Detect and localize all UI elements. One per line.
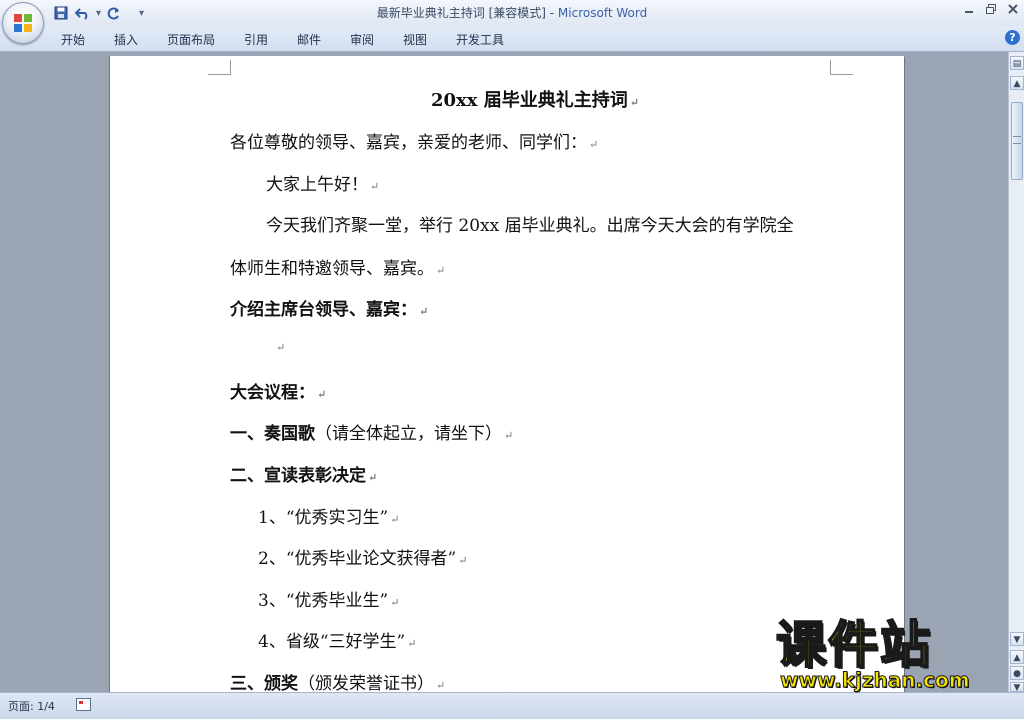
agenda-item: 三、颁奖（颁发荣誉证书） ↵ [230,674,446,692]
paragraph: 体师生和特邀领导、嘉宾。 ↵ [230,259,446,279]
margin-corner-mark [830,60,853,75]
list-item: 4、省级“三好学生” ↵ [258,632,417,652]
tab-home[interactable]: 开始 [61,31,85,48]
tab-page-layout[interactable]: 页面布局 [167,31,215,48]
ribbon-tabs: 开始 插入 页面布局 引用 邮件 审阅 视图 开发工具 ? [0,26,1024,52]
office-button[interactable] [2,2,44,44]
agenda-item: 一、奏国歌（请全体起立，请坐下） ↵ [230,424,514,444]
browse-object-icon[interactable]: ● [1010,666,1024,680]
empty-paragraph: ↵ [276,341,286,354]
window-controls [962,2,1020,16]
vertical-scrollbar[interactable]: ▤ ▲ ▼ ▲ ● ▼ [1008,52,1024,693]
status-bar: 页面: 1/4 [0,692,1024,719]
tab-developer[interactable]: 开发工具 [456,31,504,48]
watermark: 课件站 www.kjzhan.com [775,616,1006,693]
paragraph: 今天我们齐聚一堂，举行 20xx 届毕业典礼。出席今天大会的有学院全 [266,216,794,236]
tab-review[interactable]: 审阅 [350,31,374,48]
heading-line: 介绍主席台领导、嘉宾： ↵ [230,300,429,320]
watermark-url: www.kjzhan.com [780,668,971,693]
minimize-icon[interactable] [962,2,976,16]
close-icon[interactable] [1006,2,1020,16]
document-title-line: 20xx 届毕业典礼主持词 ↵ [431,90,639,111]
app-name: Microsoft Word [557,6,648,20]
tab-references[interactable]: 引用 [244,31,268,48]
watermark-title: 课件站 [775,616,932,674]
tab-view[interactable]: 视图 [403,31,427,48]
scroll-down-icon[interactable]: ▼ [1010,632,1024,646]
tab-insert[interactable]: 插入 [114,31,138,48]
paragraph: 各位尊敬的领导、嘉宾，亲爱的老师、同学们： ↵ [230,133,599,153]
page-counter[interactable]: 页面: 1/4 [8,698,55,714]
office-logo-icon [14,14,32,32]
document-page[interactable]: 20xx 届毕业典礼主持词 ↵ 各位尊敬的领导、嘉宾，亲爱的老师、同学们： ↵ 大家… [110,56,904,692]
document-title: 最新毕业典礼主持词 [兼容模式] - [376,6,558,20]
help-icon[interactable]: ? [1005,30,1020,45]
heading-line: 大会议程： ↵ [230,383,327,403]
margin-corner-mark [208,60,231,75]
window-title: 最新毕业典礼主持词 [兼容模式] - Microsoft Word [0,4,1024,21]
paragraph-mark: ↵ [629,96,639,109]
list-item: 1、“优秀实习生” ↵ [258,508,400,528]
list-item: 3、“优秀毕业生” ↵ [258,591,400,611]
restore-icon[interactable] [984,2,998,16]
scroll-grip-icon [1013,136,1021,144]
proofing-icon[interactable] [76,698,91,711]
next-page-icon[interactable]: ▼ [1010,682,1024,693]
paragraph: 大家上午好！ ↵ [266,175,380,195]
ruler-toggle-icon[interactable]: ▤ [1010,56,1024,70]
list-item: 2、“优秀毕业论文获得者” ↵ [258,549,468,569]
scroll-up-icon[interactable]: ▲ [1010,76,1024,90]
agenda-item: 二、宣读表彰决定 ↵ [230,466,378,486]
tab-mailings[interactable]: 邮件 [297,31,321,48]
title-bar: ▾ ▾ 最新毕业典礼主持词 [兼容模式] - Microsoft Word [0,0,1024,26]
previous-page-icon[interactable]: ▲ [1010,650,1024,664]
document-area: 20xx 届毕业典礼主持词 ↵ 各位尊敬的领导、嘉宾，亲爱的老师、同学们： ↵ 大家… [0,52,1008,692]
